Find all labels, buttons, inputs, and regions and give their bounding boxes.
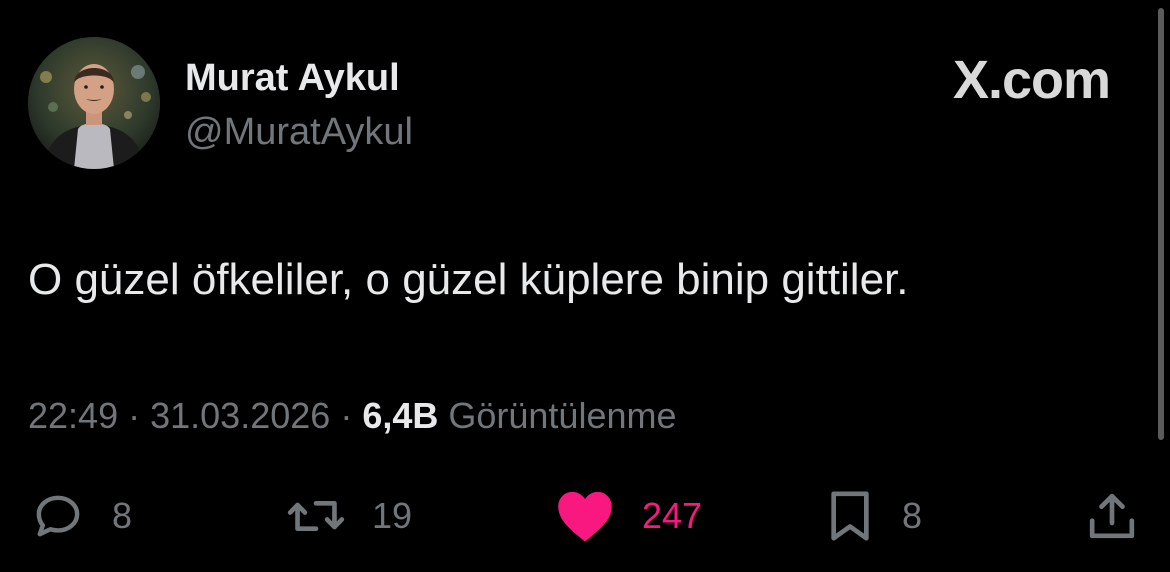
tweet-date[interactable]: 31.03.2026: [150, 395, 330, 436]
tweet-time[interactable]: 22:49: [28, 395, 118, 436]
author-handle[interactable]: @MuratAykul: [185, 110, 413, 154]
views-count: 6,4B: [362, 395, 439, 436]
meta-separator: ·: [340, 395, 363, 436]
avatar-photo: [28, 37, 160, 169]
tweet-card: Murat Aykul @MuratAykul X.com O güzel öf…: [0, 0, 1170, 572]
like-button[interactable]: 247: [554, 488, 702, 544]
reply-count: 8: [112, 495, 133, 536]
bookmark-button[interactable]: 8: [824, 488, 922, 544]
repost-icon: [287, 501, 345, 531]
tweet-text: O güzel öfkeliler, o güzel küplere binip…: [28, 255, 909, 304]
scrollbar[interactable]: [1158, 8, 1164, 440]
avatar[interactable]: [28, 37, 160, 169]
author-display-name[interactable]: Murat Aykul: [185, 56, 400, 100]
brand-watermark: X.com: [952, 50, 1111, 110]
heart-icon: [558, 491, 612, 542]
bookmark-count: 8: [902, 495, 923, 536]
repost-button[interactable]: 19: [286, 488, 412, 544]
reply-button[interactable]: 8: [30, 488, 132, 544]
meta-separator: ·: [128, 395, 151, 436]
share-icon: [1089, 493, 1135, 539]
reply-icon: [36, 495, 80, 537]
share-button[interactable]: [1084, 488, 1140, 544]
bookmark-icon: [831, 491, 869, 541]
like-count: 247: [642, 495, 703, 536]
views-label: Görüntülenme: [448, 395, 677, 436]
tweet-meta: 22:49 · 31.03.2026 · 6,4B Görüntülenme: [28, 394, 677, 438]
repost-count: 19: [372, 495, 413, 536]
